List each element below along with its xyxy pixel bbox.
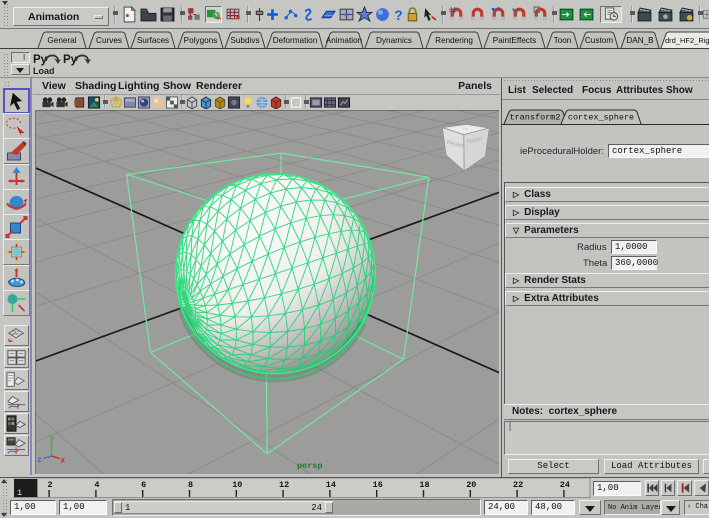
svg-text:drd_HF2_RiggingToo: drd_HF2_RiggingToo — [665, 36, 709, 45]
svg-text:2: 2 — [48, 480, 53, 490]
svg-text:18: 18 — [419, 480, 429, 490]
svg-text:14: 14 — [326, 480, 336, 490]
svg-text:Polygons: Polygons — [184, 36, 218, 45]
svg-text:Animation: Animation — [326, 36, 363, 45]
svg-text:16: 16 — [373, 480, 383, 490]
svg-text:22: 22 — [513, 480, 523, 490]
svg-text:Toon: Toon — [554, 36, 572, 45]
svg-text:24: 24 — [560, 480, 570, 490]
svg-text:persp: persp — [297, 461, 323, 471]
svg-text:?: ? — [394, 7, 402, 23]
svg-text:transform2: transform2 — [509, 113, 560, 123]
svg-text:Surfaces: Surfaces — [137, 36, 169, 45]
svg-text:4: 4 — [94, 480, 99, 490]
svg-text:General: General — [47, 36, 76, 45]
svg-text:x: x — [61, 456, 66, 465]
svg-text:Deformation: Deformation — [273, 36, 318, 45]
svg-text:6: 6 — [141, 480, 146, 490]
svg-text:12: 12 — [279, 480, 289, 490]
svg-text:10: 10 — [232, 480, 242, 490]
svg-text:1: 1 — [17, 488, 22, 498]
svg-text:Custom: Custom — [585, 36, 613, 45]
svg-text:8: 8 — [188, 480, 193, 490]
svg-text:z: z — [38, 455, 42, 464]
svg-text:Dynamics: Dynamics — [376, 36, 412, 45]
svg-text:DAN_B: DAN_B — [626, 36, 654, 45]
svg-text:Curves: Curves — [96, 36, 122, 45]
svg-text:Rendering: Rendering — [435, 36, 473, 45]
svg-text:Subdivs: Subdivs — [230, 36, 259, 45]
svg-text:y: y — [50, 434, 55, 443]
svg-text:cortex_sphere: cortex_sphere — [568, 113, 634, 123]
svg-text:PaintEffects: PaintEffects — [493, 36, 537, 45]
svg-text:20: 20 — [466, 480, 476, 490]
